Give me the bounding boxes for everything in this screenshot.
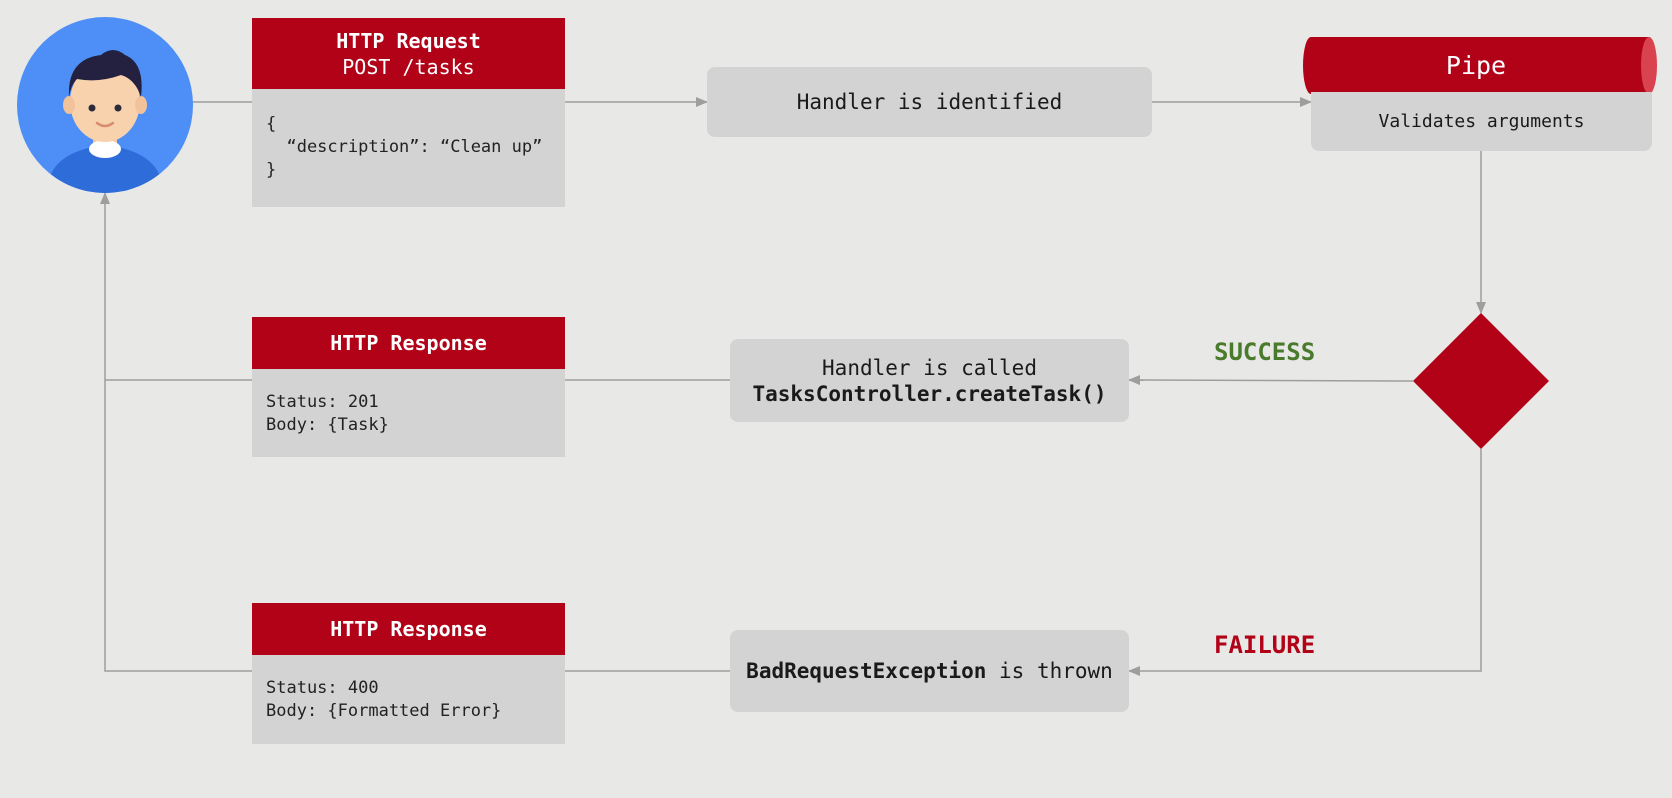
http-response-success-card: HTTP Response Status: 201 Body: {Task} [252, 317, 565, 457]
request-body-line: { [266, 114, 277, 134]
success-label: SUCCESS [1214, 338, 1316, 366]
connector-return-avatar [100, 192, 252, 672]
failure-label: FAILURE [1214, 631, 1316, 659]
http-response-failure-header: HTTP Response [252, 603, 565, 655]
http-response-failure-card: HTTP Response Status: 400 Body: {Formatte… [252, 603, 565, 744]
exception-name: BadRequestException [746, 659, 987, 683]
http-response-failure-title: HTTP Response [330, 617, 487, 641]
response-body-line: Body: {Formatted Error} [266, 701, 502, 721]
decision-diamond [1413, 313, 1549, 449]
connector-success [1128, 375, 1414, 386]
http-request-title: HTTP Request [336, 28, 481, 53]
http-response-success-body: Status: 201 Body: {Task} [252, 369, 565, 449]
exception-suffix: is thrown [986, 659, 1113, 683]
http-request-header: HTTP Request POST /tasks [252, 18, 565, 89]
http-response-success-header: HTTP Response [252, 317, 565, 369]
pipe-cylinder-icon [1303, 37, 1657, 94]
handler-called-label: Handler is called [822, 355, 1037, 380]
handler-identified-step: Handler is identified [707, 67, 1152, 137]
http-response-success-title: HTTP Response [330, 331, 487, 355]
http-request-card: HTTP Request POST /tasks { “description”… [252, 18, 565, 207]
handler-called-step: Handler is called TasksController.create… [730, 339, 1129, 422]
http-request-body: { “description”: “Clean up”} [252, 89, 565, 194]
http-request-route: POST /tasks [342, 54, 475, 79]
request-body-line: “description”: “Clean up” [266, 137, 543, 157]
response-body-line: Body: {Task} [266, 415, 389, 435]
request-body-line: } [266, 160, 277, 180]
handler-method-name: TasksController.createTask() [752, 381, 1107, 406]
pipe-body: Validates arguments [1311, 92, 1652, 151]
response-body-line: Status: 201 [266, 392, 379, 412]
handler-identified-label: Handler is identified [796, 90, 1063, 114]
user-avatar-icon [17, 17, 193, 193]
pipe-description: Validates arguments [1378, 111, 1585, 132]
exception-step: BadRequestException is thrown [730, 630, 1129, 712]
response-body-line: Status: 400 [266, 678, 379, 698]
http-response-failure-body: Status: 400 Body: {Formatted Error} [252, 655, 565, 735]
